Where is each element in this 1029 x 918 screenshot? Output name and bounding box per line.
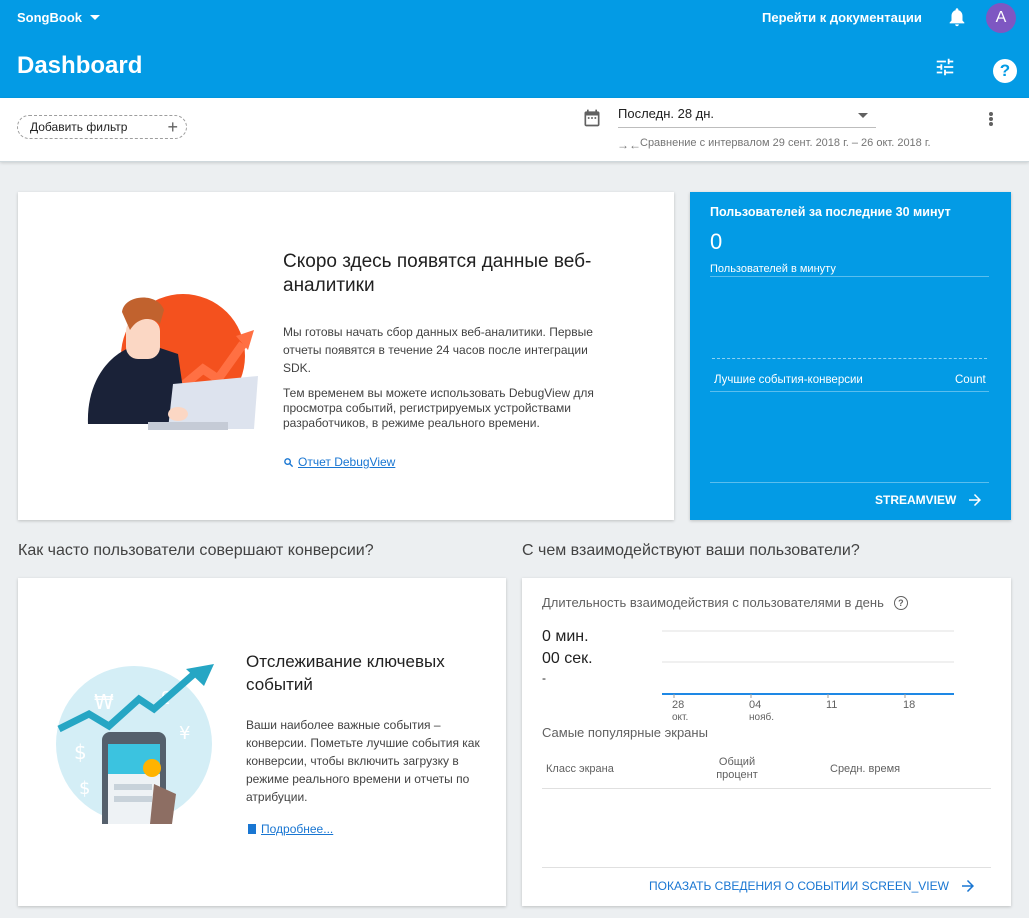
svg-text:$: $ xyxy=(74,740,87,764)
filter-bar: Добавить фильтр + Последн. 28 дн. →← Сра… xyxy=(0,98,1029,162)
realtime-users-value: 0 xyxy=(710,229,723,254)
conversions-illustration: ₩ £ $ ¥ $ xyxy=(56,664,214,824)
project-selector[interactable]: SongBook xyxy=(17,10,100,25)
chart-x-tick-label: 04 xyxy=(749,699,761,711)
app-bar: SongBook Перейти к документации A Dashbo… xyxy=(0,0,1029,98)
engagement-card: Длительность взаимодействия с пользовате… xyxy=(522,578,1011,906)
date-range-select[interactable]: Последн. 28 дн. xyxy=(618,106,876,128)
dropdown-arrow-icon xyxy=(858,113,868,118)
project-name: SongBook xyxy=(17,10,82,25)
engagement-minutes: 0 мин. xyxy=(542,628,589,645)
add-filter-label: Добавить фильтр xyxy=(30,120,128,134)
arrow-forward-icon xyxy=(961,880,974,892)
help-circle-icon[interactable]: ? xyxy=(893,595,908,610)
footer-divider xyxy=(542,867,991,868)
svg-text:$: $ xyxy=(79,778,90,799)
web-card-paragraph-1: Мы готовы начать сбор данных веб-аналити… xyxy=(283,325,593,375)
calendar-icon xyxy=(584,109,600,127)
svg-text:¥: ¥ xyxy=(179,723,190,744)
debugview-link-label: Отчет DebugView xyxy=(298,455,396,469)
arrow-forward-icon xyxy=(969,494,982,506)
engagement-change: - xyxy=(542,671,546,685)
learn-more-link[interactable]: Подробнее... xyxy=(248,822,333,836)
count-column-label: Count xyxy=(955,374,986,386)
divider xyxy=(710,482,989,483)
engagement-title: Длительность взаимодействия с пользовате… xyxy=(542,595,908,610)
add-filter-button[interactable]: Добавить фильтр + xyxy=(17,115,187,139)
users-per-minute-label: Пользователей в минуту xyxy=(710,263,836,275)
realtime-card: Пользователей за последние 30 минут 0 По… xyxy=(690,192,1011,520)
divider xyxy=(710,276,989,277)
tune-icon[interactable] xyxy=(934,56,956,78)
more-vert-icon[interactable] xyxy=(982,108,1000,130)
chart-x-tick-label: 18 xyxy=(903,699,915,711)
column-total-percent: Общий процент xyxy=(716,756,758,781)
screen-view-link-label: ПОКАЗАТЬ СВЕДЕНИЯ О СОБЫТИИ SCREEN_VIEW xyxy=(649,879,949,893)
svg-text:₩: ₩ xyxy=(94,690,114,714)
per-minute-baseline xyxy=(712,358,987,359)
compare-arrows-icon: →← xyxy=(617,138,641,152)
web-card-title: Скоро здесь появятся данные веб-аналитик… xyxy=(283,251,592,296)
streamview-label: STREAMVIEW xyxy=(875,493,957,507)
column-avg-time: Средн. время xyxy=(830,763,901,775)
screen-view-details-link[interactable]: ПОКАЗАТЬ СВЕДЕНИЯ О СОБЫТИИ SCREEN_VIEW xyxy=(649,877,977,895)
chart-x-tick-label: 11 xyxy=(826,699,837,711)
page-title: Dashboard xyxy=(17,52,143,79)
docs-link[interactable]: Перейти к документации xyxy=(762,10,922,25)
top-conversion-events-label: Лучшие события-конверсии xyxy=(714,374,863,386)
engagement-title-text: Длительность взаимодействия с пользовате… xyxy=(542,595,884,610)
chart-x-tick-month: нояб. xyxy=(749,711,774,723)
table-divider xyxy=(542,788,991,789)
help-icon[interactable]: ? xyxy=(993,59,1017,83)
web-card-paragraph-2: Тем временем вы можете использовать Debu… xyxy=(283,386,594,430)
realtime-title: Пользователей за последние 30 минут xyxy=(710,205,951,219)
conversions-card: ₩ £ $ ¥ $ Отслеживание ключевых событий … xyxy=(18,578,506,906)
column-screen-class: Класс экрана xyxy=(546,763,614,775)
conversions-heading: Как часто пользователи совершают конверс… xyxy=(18,542,374,559)
date-range-value: Последн. 28 дн. xyxy=(618,106,715,121)
engagement-line-chart: 28окт. 04нояб. 11 18 xyxy=(662,630,954,723)
top-screens-title: Самые популярные экраны xyxy=(542,725,708,740)
engagement-heading: С чем взаимодействуют ваши пользователи? xyxy=(522,542,860,559)
divider xyxy=(710,391,989,392)
debug-search-icon xyxy=(284,457,294,467)
notifications-bell-icon[interactable] xyxy=(946,6,968,28)
chart-x-tick-month: окт. xyxy=(672,712,688,723)
engagement-seconds: 00 сек. xyxy=(542,650,593,667)
plus-icon: + xyxy=(167,117,178,137)
chart-x-tick-label: 28 xyxy=(672,699,684,711)
document-icon xyxy=(248,824,256,834)
web-analytics-card: Скоро здесь появятся данные веб-аналитик… xyxy=(18,192,674,520)
learn-more-label: Подробнее... xyxy=(261,822,334,836)
avatar[interactable]: A xyxy=(986,3,1016,33)
conversions-title: Отслеживание ключевых событий xyxy=(246,652,445,694)
compare-range-text: Сравнение с интервалом 29 сент. 2018 г. … xyxy=(640,137,931,149)
chevron-down-icon xyxy=(90,15,100,20)
conversions-text: Ваши наиболее важные события – конверсии… xyxy=(246,718,480,804)
streamview-button[interactable]: STREAMVIEW xyxy=(875,491,984,509)
debugview-link[interactable]: Отчет DebugView xyxy=(283,455,395,469)
analytics-person-illustration xyxy=(87,294,258,430)
